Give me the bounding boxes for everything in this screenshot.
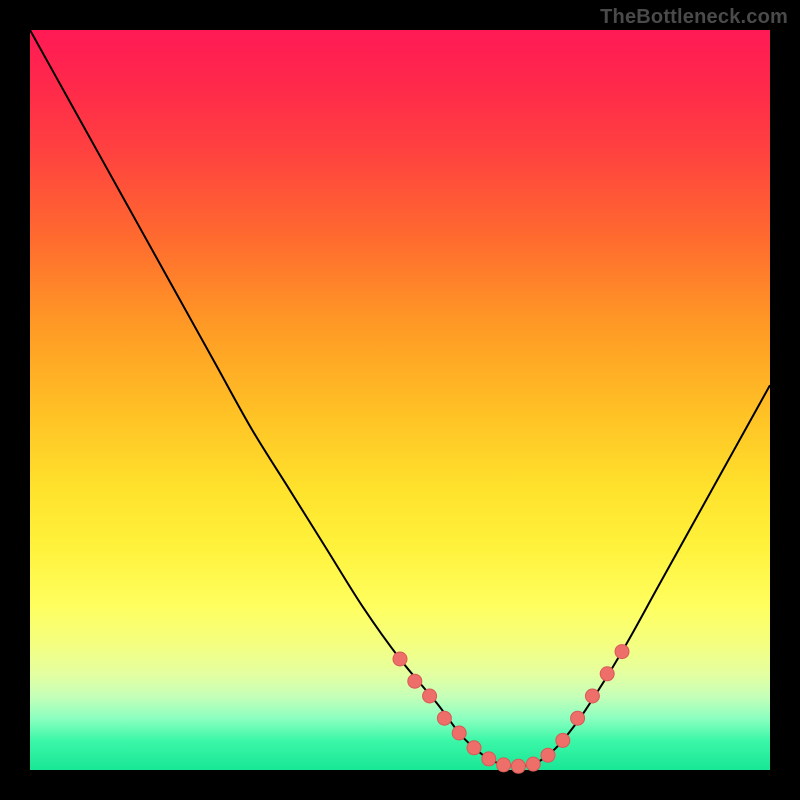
data-marker	[585, 689, 599, 703]
data-marker	[437, 711, 451, 725]
data-marker	[541, 748, 555, 762]
data-marker	[497, 758, 511, 772]
data-marker	[526, 757, 540, 771]
data-marker	[393, 652, 407, 666]
data-marker	[408, 674, 422, 688]
data-marker	[452, 726, 466, 740]
data-marker	[556, 733, 570, 747]
data-marker	[467, 741, 481, 755]
data-marker	[615, 645, 629, 659]
data-marker	[571, 711, 585, 725]
watermark-text: TheBottleneck.com	[600, 6, 788, 29]
data-marker	[482, 752, 496, 766]
chart-svg	[30, 30, 770, 770]
data-marker	[600, 667, 614, 681]
plot-area	[30, 30, 770, 770]
data-marker	[423, 689, 437, 703]
chart-stage: TheBottleneck.com	[0, 0, 800, 800]
data-marker	[511, 759, 525, 773]
